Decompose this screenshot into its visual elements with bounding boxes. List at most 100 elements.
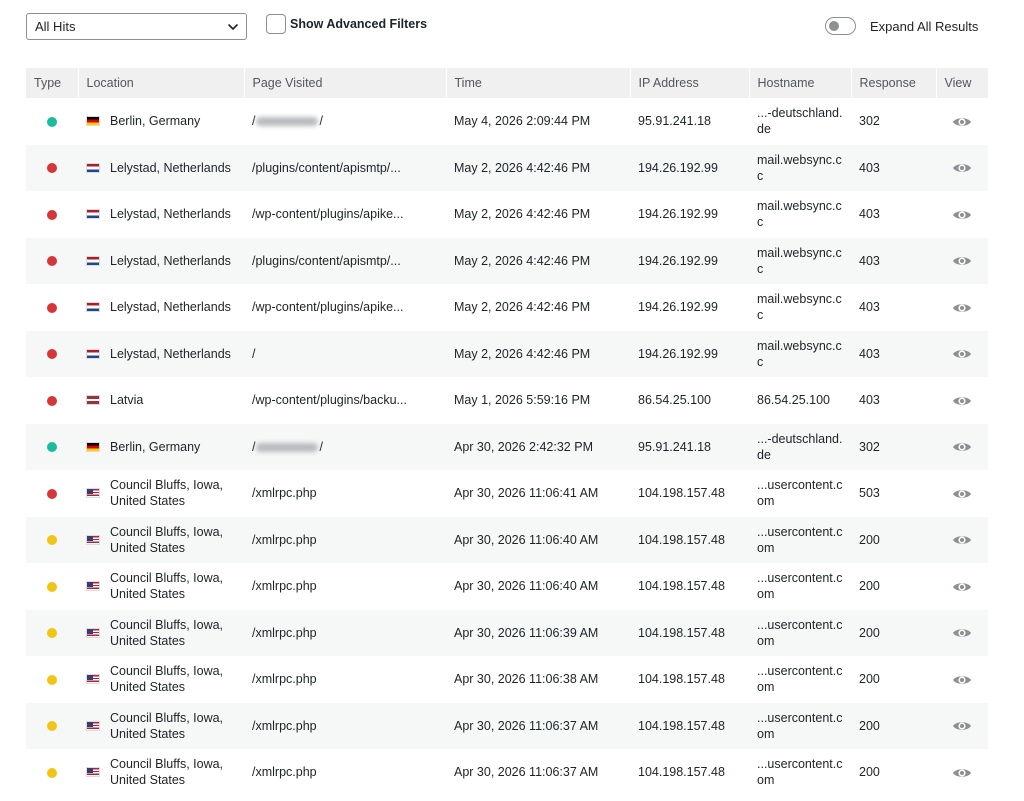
view-cell[interactable]: [936, 145, 988, 192]
table-row[interactable]: Lelystad, Netherlands /plugins/content/a…: [26, 144, 988, 192]
table-row[interactable]: Lelystad, Netherlands /wp-content/plugin…: [26, 191, 988, 238]
view-cell[interactable]: [936, 331, 988, 378]
response-cell: 200: [859, 765, 880, 780]
eye-icon[interactable]: [952, 115, 972, 129]
response-cell: 403: [859, 253, 880, 268]
location-cell: Lelystad, Netherlands: [78, 284, 244, 331]
column-header-hostname[interactable]: Hostname: [749, 68, 852, 98]
table-row[interactable]: Council Bluffs, Iowa, United States /xml…: [26, 656, 988, 703]
page-visited-cell[interactable]: /xmlrpc.php: [244, 517, 446, 564]
location-cell: Lelystad, Netherlands: [78, 191, 244, 238]
eye-icon[interactable]: [952, 533, 972, 547]
page-visited-cell[interactable]: /: [244, 331, 446, 378]
location-wrap: Lelystad, Netherlands: [86, 160, 236, 176]
table-row[interactable]: Council Bluffs, Iowa, United States /xml…: [26, 563, 988, 610]
view-cell[interactable]: [936, 517, 988, 564]
eye-icon[interactable]: [952, 347, 972, 361]
eye-icon[interactable]: [952, 487, 972, 501]
eye-icon[interactable]: [952, 208, 972, 222]
location-cell: Lelystad, Netherlands: [78, 238, 244, 285]
table-row[interactable]: Latvia /wp-content/plugins/backu... May …: [26, 377, 988, 424]
page-visited-cell[interactable]: /wp-content/plugins/apike...: [244, 191, 446, 238]
page-visited-cell[interactable]: /xmlrpc.php: [244, 749, 446, 796]
page-visited-cell[interactable]: /plugins/content/apismtp/...: [244, 238, 446, 285]
page-visited-cell[interactable]: / /: [244, 98, 446, 145]
column-header-type[interactable]: Type: [26, 68, 79, 98]
expand-all-results[interactable]: Expand All Results: [825, 16, 978, 36]
page-visited-cell[interactable]: /xmlrpc.php: [244, 470, 446, 517]
eye-icon[interactable]: [952, 580, 972, 594]
status-dot-icon: [47, 488, 57, 499]
type-cell: [26, 610, 78, 657]
flag-icon: [86, 767, 100, 778]
table-row[interactable]: Council Bluffs, Iowa, United States /xml…: [26, 516, 988, 564]
time-cell: Apr 30, 2026 11:06:40 AM: [454, 579, 599, 594]
ip-address-cell: 104.198.157.48: [638, 579, 725, 594]
location-wrap: Council Bluffs, Iowa, United States: [86, 477, 236, 509]
table-row[interactable]: Council Bluffs, Iowa, United States /xml…: [26, 702, 988, 750]
page-visited-cell[interactable]: /plugins/content/apismtp/...: [244, 145, 446, 192]
eye-icon[interactable]: [952, 719, 972, 733]
eye-icon[interactable]: [952, 440, 972, 454]
eye-icon[interactable]: [952, 766, 972, 780]
hostname-cell: 86.54.25.100: [757, 393, 830, 408]
time-cell: Apr 30, 2026 11:06:37 AM: [454, 765, 599, 780]
view-cell[interactable]: [936, 656, 988, 703]
view-cell[interactable]: [936, 749, 988, 796]
view-cell[interactable]: [936, 191, 988, 238]
view-cell[interactable]: [936, 98, 988, 145]
view-cell[interactable]: [936, 377, 988, 424]
status-dot-icon: [47, 674, 57, 685]
expand-all-toggle[interactable]: [825, 17, 856, 35]
view-cell[interactable]: [936, 703, 988, 750]
column-header-response[interactable]: Response: [851, 68, 937, 98]
flag-icon: [86, 441, 100, 452]
eye-icon[interactable]: [952, 626, 972, 640]
page-visited-cell[interactable]: /xmlrpc.php: [244, 610, 446, 657]
table-row[interactable]: Berlin, Germany / / Apr 30, 2026 2:42:32 …: [26, 423, 988, 471]
view-cell[interactable]: [936, 424, 988, 471]
view-cell[interactable]: [936, 284, 988, 331]
column-header-view[interactable]: View: [936, 68, 988, 98]
table-row[interactable]: Lelystad, Netherlands / May 2, 2026 4:42…: [26, 330, 988, 378]
table-row[interactable]: Berlin, Germany / / May 4, 2026 2:09:44 P…: [26, 98, 988, 145]
view-cell[interactable]: [936, 610, 988, 657]
column-header-page-visited[interactable]: Page Visited: [244, 68, 447, 98]
page-visited-cell[interactable]: /wp-content/plugins/apike...: [244, 284, 446, 331]
eye-icon[interactable]: [952, 673, 972, 687]
response-cell: 403: [859, 300, 880, 315]
eye-icon[interactable]: [952, 301, 972, 315]
type-cell: [26, 191, 78, 238]
page-visited-cell[interactable]: /wp-content/plugins/backu...: [244, 377, 446, 424]
page-visited-cell[interactable]: /xmlrpc.php: [244, 703, 446, 750]
advanced-filters-toggle[interactable]: Show Advanced Filters: [266, 13, 427, 35]
flag-icon: [86, 162, 100, 173]
column-header-ip-address[interactable]: IP Address: [630, 68, 750, 98]
hit-type-select[interactable]: All Hits: [26, 13, 247, 40]
table-row[interactable]: Council Bluffs, Iowa, United States /xml…: [26, 470, 988, 517]
location-cell: Latvia: [78, 377, 244, 424]
view-cell[interactable]: [936, 470, 988, 517]
advanced-filters-checkbox[interactable]: [266, 14, 286, 34]
page-visited-suffix: /: [319, 439, 323, 454]
table-row[interactable]: Council Bluffs, Iowa, United States /xml…: [26, 749, 988, 796]
table-row[interactable]: Lelystad, Netherlands /wp-content/plugin…: [26, 284, 988, 331]
table-header-row: Type Location Page Visited Time IP Addre…: [26, 68, 988, 98]
status-dot-icon: [47, 116, 57, 127]
view-cell[interactable]: [936, 238, 988, 285]
type-cell: [26, 377, 78, 424]
page-visited-cell[interactable]: / /: [244, 424, 446, 471]
location-wrap: Latvia: [86, 392, 236, 408]
column-header-time[interactable]: Time: [446, 68, 631, 98]
status-dot-icon: [47, 628, 57, 639]
column-header-location[interactable]: Location: [78, 68, 245, 98]
table-row[interactable]: Council Bluffs, Iowa, United States /xml…: [26, 609, 988, 657]
page-visited-cell[interactable]: /xmlrpc.php: [244, 563, 446, 610]
eye-icon[interactable]: [952, 394, 972, 408]
eye-icon[interactable]: [952, 161, 972, 175]
time-cell: May 2, 2026 4:42:46 PM: [454, 300, 591, 315]
page-visited-cell[interactable]: /xmlrpc.php: [244, 656, 446, 703]
eye-icon[interactable]: [952, 254, 972, 268]
view-cell[interactable]: [936, 563, 988, 610]
table-row[interactable]: Lelystad, Netherlands /plugins/content/a…: [26, 237, 988, 285]
